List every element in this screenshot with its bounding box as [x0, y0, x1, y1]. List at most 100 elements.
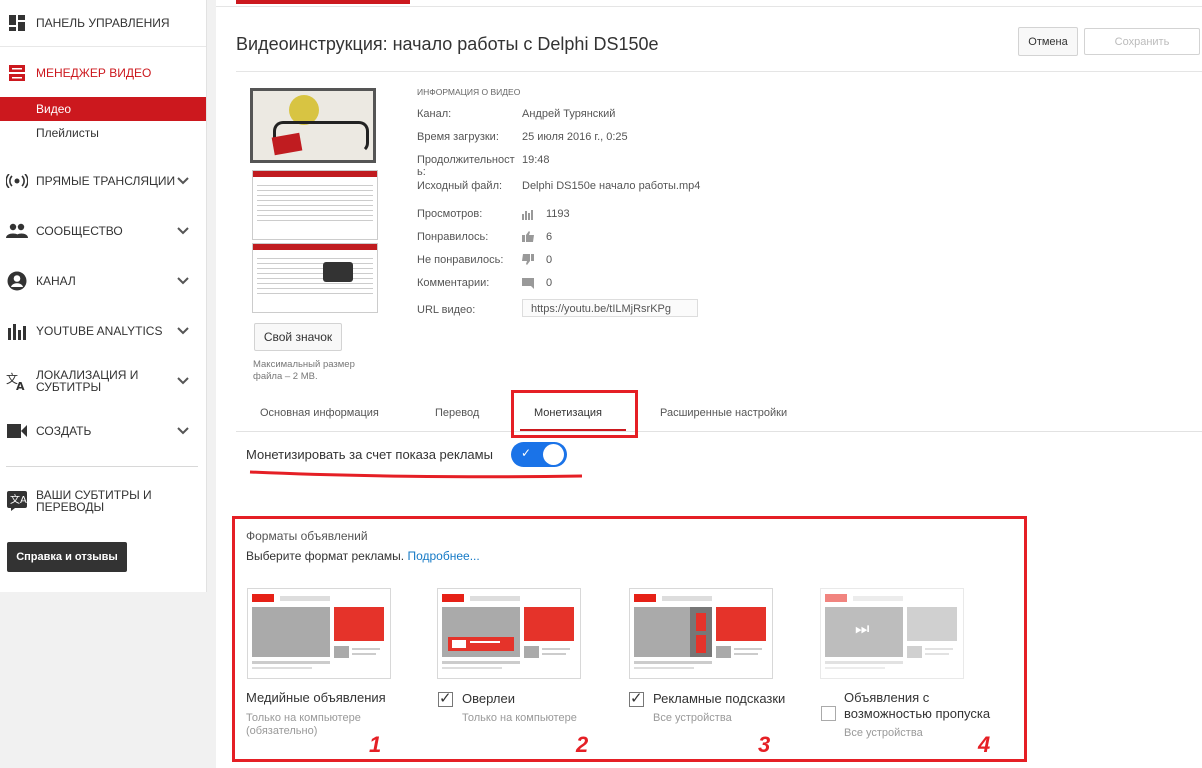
annotation-underline	[249, 470, 583, 479]
skippable-ads-checkbox[interactable]	[821, 706, 836, 721]
annotation-number: 3	[758, 732, 771, 757]
dashboard-icon	[6, 12, 28, 34]
sidebar-item-dashboard[interactable]: ПАНЕЛЬ УПРАВЛЕНИЯ	[0, 0, 206, 46]
sidebar: ПАНЕЛЬ УПРАВЛЕНИЯ МЕНЕДЖЕР ВИДЕО Видео П…	[0, 0, 207, 592]
monetize-toggle[interactable]: ✓	[511, 442, 567, 467]
comments-label: Комментарии:	[417, 277, 490, 289]
ad-format-preview-display	[247, 588, 391, 679]
divider	[236, 71, 1202, 72]
sidebar-item-your-subtitles[interactable]: 文A ВАШИ СУБТИТРЫ И ПЕРЕВОДЫ	[0, 478, 206, 524]
ad-format-subtitle: Только на компьютере	[462, 712, 577, 724]
page-title: Видеоинструкция: начало работы с Delphi …	[236, 34, 659, 54]
ad-format-subtitle: Все устройства	[653, 712, 732, 724]
ad-format-preview-overlay	[437, 588, 581, 679]
subtitles-icon: 文A	[6, 490, 28, 512]
main-content: Видеоинструкция: начало работы с Delphi …	[216, 0, 1202, 768]
sidebar-subitem-label: Видео	[36, 102, 72, 116]
thumbnail-option[interactable]	[252, 243, 378, 313]
views-label: Просмотров:	[417, 208, 483, 220]
youtube-logo-icon	[252, 594, 274, 602]
youtube-logo-icon	[825, 594, 847, 602]
chevron-down-icon[interactable]	[176, 274, 190, 288]
source-file-value: Delphi DS150e начало работы.mp4	[522, 180, 701, 192]
video-url-field[interactable]: https://youtu.be/tILMjRsrKPg	[522, 299, 698, 317]
svg-text:文A: 文A	[10, 493, 27, 506]
divider	[236, 431, 1202, 432]
custom-thumbnail-button[interactable]: Свой значок	[254, 323, 342, 351]
duration-label-cont: ь:	[417, 166, 426, 178]
community-icon	[6, 220, 28, 242]
channel-label: Канал:	[417, 108, 452, 120]
annotation-number: 1	[369, 732, 382, 757]
ad-format-title: Объявления с возможностью пропуска	[844, 690, 991, 721]
video-info-heading: ИНФОРМАЦИЯ О ВИДЕО	[417, 87, 521, 97]
chevron-down-icon[interactable]	[176, 224, 190, 238]
sidebar-item-localization[interactable]: 文A ЛОКАЛИЗАЦИЯ И СУБТИТРЫ	[0, 358, 206, 404]
ad-formats-title: Форматы объявлений	[246, 529, 368, 543]
annotation-number: 2	[576, 732, 589, 757]
sidebar-item-community[interactable]: СООБЩЕСТВО	[0, 208, 206, 254]
channel-value[interactable]: Андрей Турянский	[522, 108, 615, 120]
cancel-button[interactable]: Отмена	[1018, 27, 1078, 56]
ad-formats-subtitle: Выберите формат рекламы. Подробнее...	[246, 549, 480, 563]
likes-value: 6	[546, 231, 553, 243]
video-url-label: URL видео:	[417, 304, 476, 316]
sidebar-item-label: YOUTUBE ANALYTICS	[36, 324, 163, 338]
check-icon: ✓	[521, 446, 532, 460]
bar-chart-icon	[522, 209, 534, 223]
dislikes-label: Не понравилось:	[417, 254, 504, 266]
comments-value: 0	[546, 277, 553, 289]
save-button[interactable]: Сохранить	[1084, 28, 1200, 55]
tab-advanced-settings[interactable]: Расширенные настройки	[660, 398, 787, 428]
comment-icon	[522, 278, 534, 292]
sidebar-subitem-playlists[interactable]: Плейлисты	[0, 121, 206, 145]
duration-value: 19:48	[522, 154, 550, 166]
help-feedback-button[interactable]: Справка и отзывы	[7, 542, 127, 572]
choose-format-text: Выберите формат рекламы.	[246, 549, 405, 563]
learn-more-link[interactable]: Подробнее...	[407, 549, 479, 563]
monetize-ads-label: Монетизировать за счет показа рекламы	[246, 447, 493, 462]
sidebar-subitem-video[interactable]: Видео	[0, 97, 206, 121]
divider	[0, 46, 206, 47]
chevron-down-icon[interactable]	[176, 324, 190, 338]
tab-translation[interactable]: Перевод	[435, 398, 479, 428]
youtube-logo-icon	[442, 594, 464, 602]
tab-basic-info[interactable]: Основная информация	[260, 398, 379, 428]
views-value: 1193	[546, 208, 570, 220]
sidebar-item-analytics[interactable]: YOUTUBE ANALYTICS	[0, 308, 206, 354]
likes-label: Понравилось:	[417, 231, 489, 243]
dislikes-value: 0	[546, 254, 553, 266]
ad-format-preview-cards	[629, 588, 773, 679]
thumbnail-selected[interactable]	[250, 88, 376, 163]
overlay-ads-checkbox[interactable]: ✓	[438, 690, 453, 707]
ad-format-title: Рекламные подсказки	[653, 691, 786, 706]
sidebar-item-label: МЕНЕДЖЕР ВИДЕО	[36, 66, 152, 80]
sidebar-item-video-manager[interactable]: МЕНЕДЖЕР ВИДЕО	[0, 50, 206, 96]
sidebar-item-label: КАНАЛ	[36, 274, 76, 288]
duration-label: Продолжительност	[417, 154, 515, 166]
ad-format-subtitle: Только на компьютере (обязательно)	[246, 712, 361, 737]
chevron-down-icon[interactable]	[176, 424, 190, 438]
divider	[216, 6, 1202, 7]
sidebar-item-create[interactable]: СОЗДАТЬ	[0, 408, 206, 454]
sidebar-item-label: СОЗДАТЬ	[36, 424, 92, 438]
check-icon: ✓	[630, 690, 643, 707]
translate-icon: 文A	[6, 370, 28, 392]
skip-forward-icon: ⏭	[855, 621, 870, 638]
ad-format-title: Оверлеи	[462, 691, 515, 706]
ad-format-title: Медийные объявления	[246, 690, 386, 705]
video-manager-icon	[6, 62, 28, 84]
chevron-down-icon[interactable]	[176, 174, 190, 188]
sidebar-item-live[interactable]: ПРЯМЫЕ ТРАНСЛЯЦИИ	[0, 158, 206, 204]
sidebar-item-label: ВАШИ СУБТИТРЫ И ПЕРЕВОДЫ	[36, 488, 152, 514]
sidebar-item-label: ПАНЕЛЬ УПРАВЛЕНИЯ	[36, 16, 170, 30]
chevron-down-icon[interactable]	[176, 374, 190, 388]
thumbs-up-icon	[522, 231, 534, 245]
source-file-label: Исходный файл:	[417, 180, 503, 192]
divider	[6, 466, 198, 467]
live-icon	[6, 170, 28, 192]
sponsored-cards-checkbox[interactable]: ✓	[629, 690, 644, 707]
upload-time-label: Время загрузки:	[417, 131, 499, 143]
thumbnail-option[interactable]	[252, 170, 378, 240]
sidebar-item-channel[interactable]: КАНАЛ	[0, 258, 206, 304]
